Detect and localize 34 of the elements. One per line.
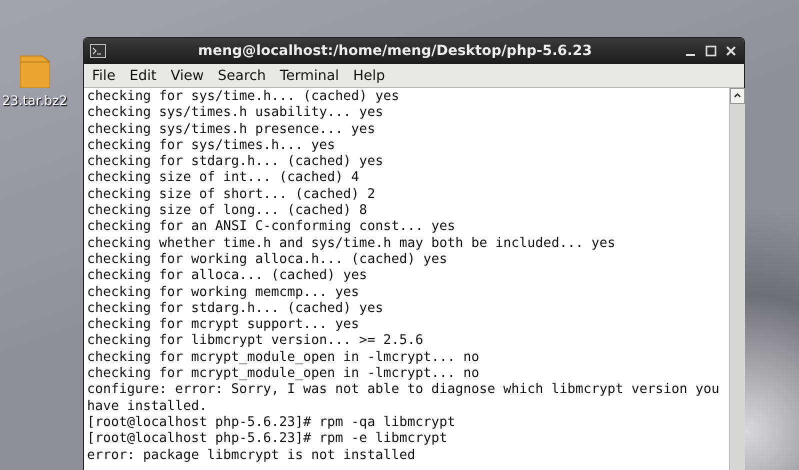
window-title: meng@localhost:/home/meng/Desktop/php-5.6.23 bbox=[197, 43, 593, 59]
terminal-line: checking size of int... (cached) 4 bbox=[87, 170, 360, 187]
terminal-line: checking sys/times.h usability... yes bbox=[87, 105, 384, 122]
terminal-line: checking for mcrypt_module_open in -lmcrypt... no bbox=[87, 366, 480, 382]
terminal-icon bbox=[90, 44, 106, 58]
terminal-line: checking for working alloca.h... (cached) yes bbox=[87, 252, 448, 268]
terminal-line: error: package libmcrypt is not installed bbox=[87, 448, 416, 464]
menu-item[interactable]: Terminal bbox=[274, 66, 346, 86]
maximize-icon[interactable] bbox=[704, 44, 718, 58]
menu-item[interactable]: Help bbox=[347, 66, 391, 86]
menu-item[interactable]: File bbox=[86, 66, 122, 86]
menu-item[interactable]: View bbox=[164, 66, 210, 86]
terminal-line: checking for sys/times.h... yes bbox=[87, 138, 336, 154]
terminal-line: checking for libmcrypt version... >= 2.5.6 bbox=[87, 333, 424, 350]
menu-item[interactable]: Edit bbox=[123, 66, 163, 86]
terminal-line: checking for sys/time.h... (cached) yes bbox=[87, 89, 400, 106]
terminal-line: checking size of long... (cached) 8 bbox=[87, 203, 368, 220]
terminal-line: configure: error: Sorry, I was not able to diagnose which libmcrypt version you have installed. bbox=[87, 382, 720, 415]
menu-item[interactable]: Search bbox=[212, 66, 272, 86]
terminal-line: [root@localhost php-5.6.23]# rpm -qa libmcrypt bbox=[87, 414, 456, 432]
terminal-line: checking for mcrypt_module_open in -lmcrypt... no bbox=[87, 350, 480, 366]
terminal-line: checking whether time.h and sys/time.h may both be included... yes bbox=[87, 236, 616, 252]
terminal-line: checking sys/times.h presence... yes bbox=[87, 122, 376, 138]
terminal-line: checking for stdarg.h... (cached) yes bbox=[87, 300, 384, 318]
terminal-line: [root@localhost php-5.6.23]# rpm -e libmcrypt bbox=[87, 431, 448, 448]
scroll-up-icon[interactable] bbox=[730, 88, 745, 104]
terminal-line: checking for stdarg.h... (cached) yes bbox=[87, 154, 384, 170]
scrollbar[interactable] bbox=[729, 88, 745, 470]
close-icon[interactable] bbox=[724, 44, 738, 58]
terminal-line: checking for an ANSI C-conforming const... yes bbox=[87, 219, 456, 236]
terminal-line: checking size of short... (cached) 2 bbox=[87, 186, 376, 204]
terminal-line: checking for working memcmp... yes bbox=[87, 284, 360, 301]
terminal-line: checking for mcrypt support... yes bbox=[87, 317, 360, 334]
terminal-line: checking for alloca... (cached) yes bbox=[87, 268, 368, 285]
